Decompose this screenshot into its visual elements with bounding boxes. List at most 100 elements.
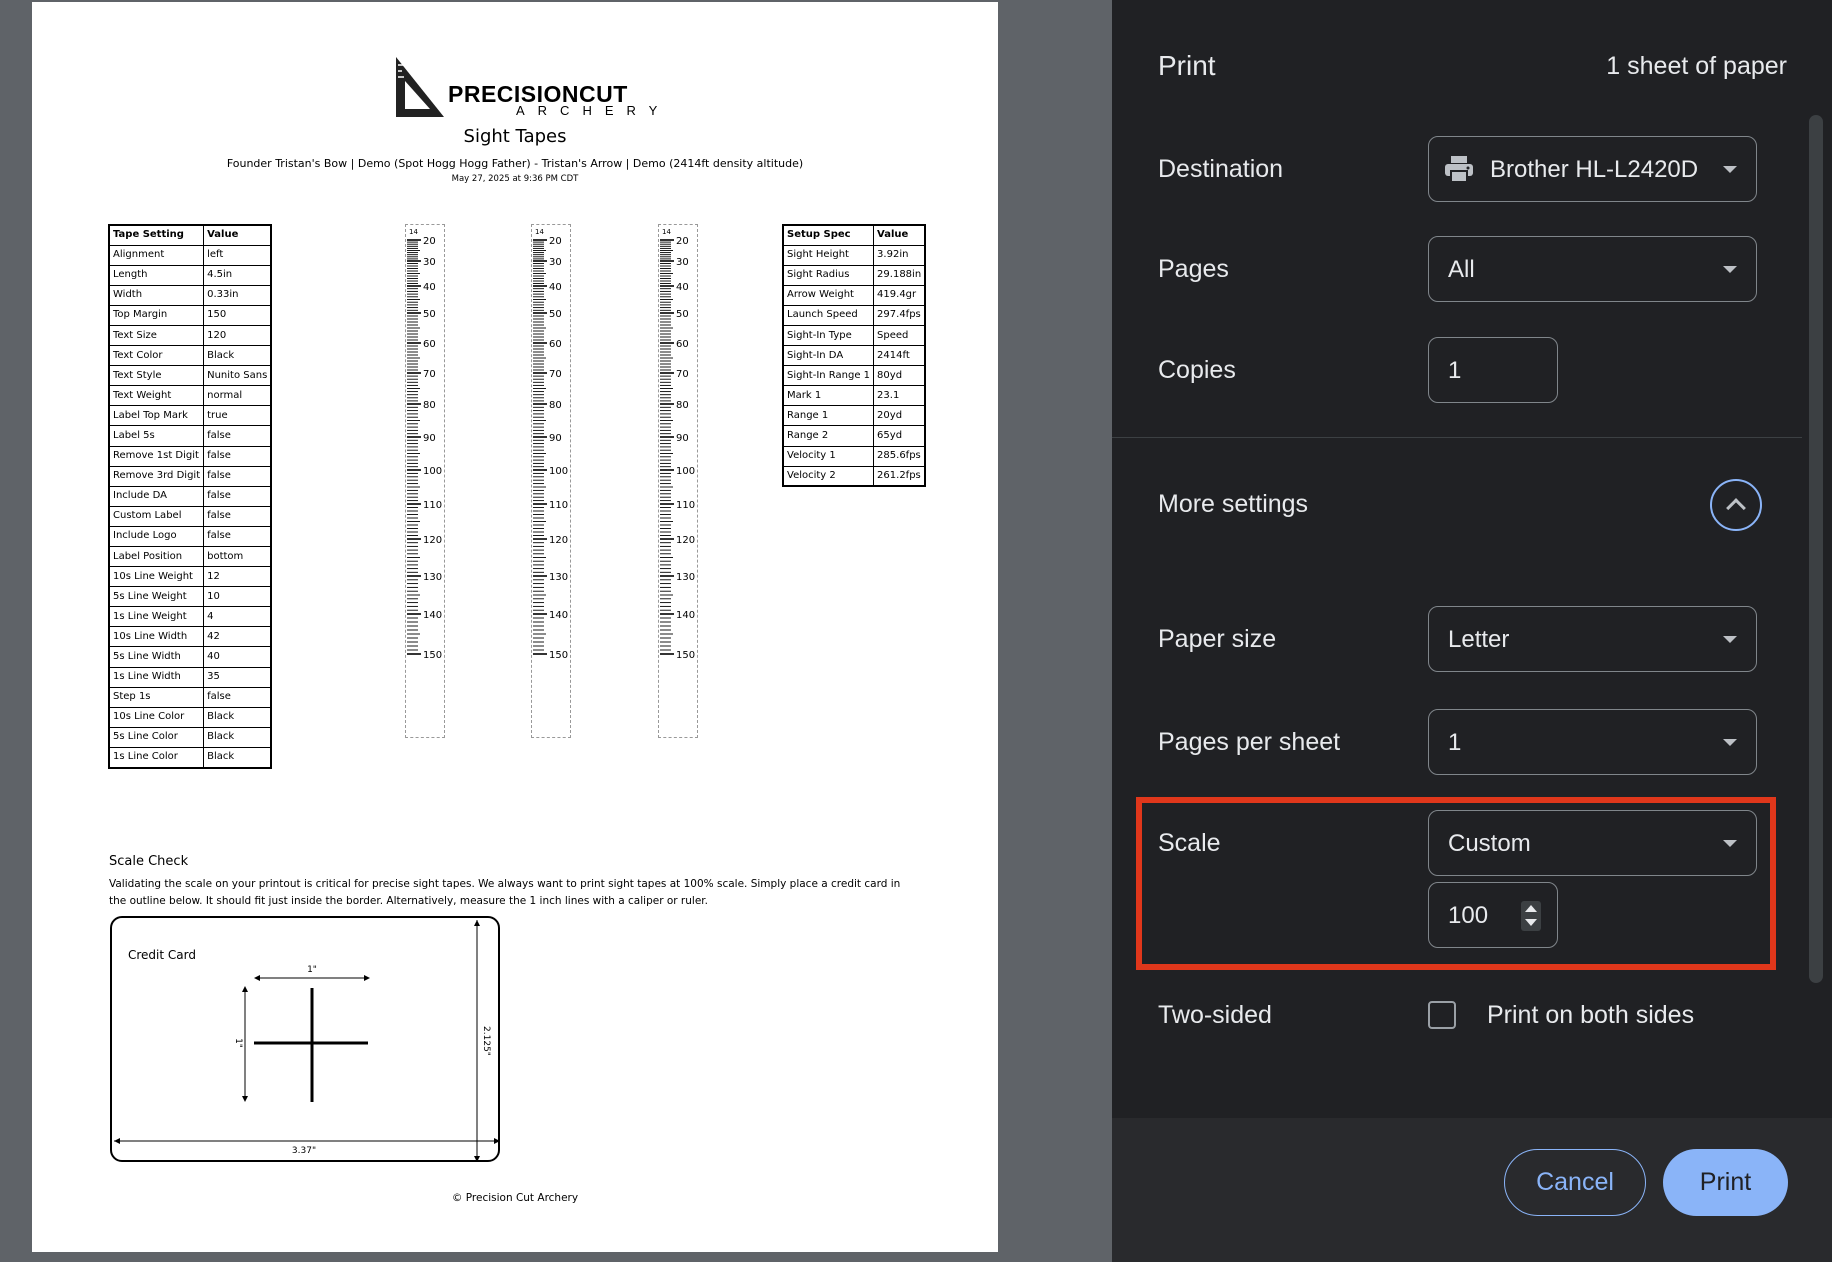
tape-distance-label: 50 (423, 309, 436, 320)
tape-distance-label: 110 (676, 500, 695, 511)
sight-tape: 14 20 30 40 50 60 70 80 90 100 110 120 130 140 150 (405, 224, 445, 738)
setting-name-cell: Alignment (108, 244, 205, 266)
copyright-text: © Precision Cut Archery (451, 1192, 579, 1204)
tape-distance-label: 90 (676, 433, 689, 444)
setting-name-cell: Sight Radius (782, 264, 875, 286)
table-row: Range 1 20yd (782, 405, 926, 427)
more-settings-label[interactable]: More settings (1158, 490, 1308, 519)
setting-name-cell: Label 5s (108, 425, 205, 447)
setting-value-cell: 297.4fps (873, 304, 926, 326)
setting-value-cell: 2414ft (873, 345, 926, 367)
tape-top-mark: 14 (535, 228, 544, 236)
setting-name-cell: 5s Line Width (108, 646, 205, 668)
setting-value-cell: 12 (203, 566, 272, 588)
print-button[interactable]: Print (1663, 1149, 1788, 1216)
copies-value: 1 (1448, 357, 1462, 384)
setting-name-cell: Include Logo (108, 525, 205, 548)
table-row: 1s Line Color Black (108, 746, 272, 769)
table-row: Text Style Nunito Sans (108, 365, 272, 387)
pages-per-sheet-select[interactable]: 1 (1428, 709, 1757, 775)
table-row: 10s Line Weight 12 (108, 566, 272, 588)
tape-distance-label: 130 (423, 572, 442, 583)
tape-distance-label: 20 (549, 236, 562, 247)
setting-value-cell: normal (203, 385, 272, 407)
scale-select[interactable]: Custom (1428, 810, 1757, 876)
scale-label: Scale (1158, 829, 1221, 857)
table-row: Step 1s false (108, 686, 272, 708)
setting-name-cell: 1s Line Weight (108, 606, 205, 628)
setting-value-cell: Nunito Sans (203, 365, 272, 387)
tape-distance-label: 120 (549, 535, 568, 546)
panel-footer: Cancel Print (1112, 1118, 1832, 1262)
table-header-row: Setup Spec Value (782, 224, 926, 246)
table-row: 5s Line Weight 10 (108, 586, 272, 608)
scale-percent-input[interactable]: 100 (1428, 882, 1558, 948)
tape-distance-label: 80 (423, 400, 436, 411)
pages-select[interactable]: All (1428, 236, 1757, 302)
tape-distance-label: 20 (423, 236, 436, 247)
tape-top-mark: 14 (409, 228, 418, 236)
destination-select[interactable]: Brother HL-L2420D (1428, 136, 1757, 202)
setting-name-cell: 10s Line Weight (108, 566, 205, 588)
setting-name-cell: Arrow Weight (782, 284, 875, 306)
setting-value-cell: false (203, 485, 272, 507)
two-sided-checkbox[interactable] (1428, 1001, 1456, 1029)
scale-check-text: Validating the scale on your printout is… (109, 878, 901, 907)
table-row: 1s Line Width 35 (108, 666, 272, 688)
table-row: Alignment left (108, 244, 272, 266)
setting-value-cell: false (203, 445, 272, 467)
table-row: Label Top Mark true (108, 405, 272, 427)
dropdown-caret-icon (1723, 166, 1737, 173)
table-row: Sight-In DA 2414ft (782, 345, 926, 367)
table-row: Custom Label false (108, 505, 272, 527)
table-row: Length 4.5in (108, 264, 272, 286)
destination-value: Brother HL-L2420D (1490, 156, 1699, 183)
setting-name-cell: Label Position (108, 545, 205, 568)
tape-distance-label: 60 (549, 339, 562, 350)
setting-name-cell: 1s Line Width (108, 666, 205, 688)
table-row: Velocity 2 261.2fps (782, 465, 926, 487)
tape-ticks (533, 239, 547, 655)
table-row: Range 2 65yd (782, 425, 926, 447)
setting-value-cell: 10 (203, 586, 272, 608)
tape-distance-label: 60 (676, 339, 689, 350)
setting-value-cell: Black (203, 746, 272, 769)
table-row: Text Weight normal (108, 385, 272, 407)
table-row: Sight Radius 29.188in (782, 264, 926, 286)
tape-distance-label: 120 (423, 535, 442, 546)
tape-distance-label: 80 (676, 400, 689, 411)
copies-input[interactable]: 1 (1428, 337, 1558, 403)
table-row: 10s Line Color Black (108, 706, 272, 728)
spinner-arrows-icon[interactable] (1521, 901, 1541, 931)
setting-name-cell: Mark 1 (782, 385, 875, 407)
table-row: Sight-In Range 1 80yd (782, 365, 926, 387)
paper-size-value: Letter (1448, 626, 1510, 653)
setting-value-cell: 42 (203, 626, 272, 648)
table-row: Include DA false (108, 485, 272, 507)
scale-value: Custom (1448, 830, 1531, 857)
pages-value: All (1448, 256, 1475, 283)
chevron-up-icon (1726, 498, 1746, 518)
setting-name-cell: Sight-In Type (782, 324, 875, 347)
more-settings-toggle[interactable] (1710, 479, 1762, 531)
panel-scrollbar[interactable] (1809, 115, 1823, 983)
dropdown-caret-icon (1723, 840, 1737, 847)
paper-size-select[interactable]: Letter (1428, 606, 1757, 672)
setting-name-cell: Width (108, 284, 205, 306)
setting-name-cell: Text Weight (108, 385, 205, 407)
table-row: Width 0.33in (108, 284, 272, 306)
setting-value-cell: 29.188in (873, 264, 926, 286)
dimension-label-1in-v: 1" (233, 1038, 243, 1048)
two-sided-option-label[interactable]: Print on both sides (1487, 1001, 1694, 1030)
setting-name-cell: Step 1s (108, 686, 205, 708)
tape-ticks (660, 239, 674, 655)
setting-name-cell: Remove 3rd Digit (108, 465, 205, 487)
setting-value-cell: Speed (873, 324, 926, 347)
setting-value-cell: bottom (203, 545, 272, 568)
tape-distance-label: 40 (423, 282, 436, 293)
tape-distance-label: 120 (676, 535, 695, 546)
table-header-row: Tape Setting Value (108, 224, 272, 246)
tape-distance-label: 60 (423, 339, 436, 350)
tape-distance-label: 100 (423, 466, 442, 477)
cancel-button[interactable]: Cancel (1504, 1149, 1646, 1216)
